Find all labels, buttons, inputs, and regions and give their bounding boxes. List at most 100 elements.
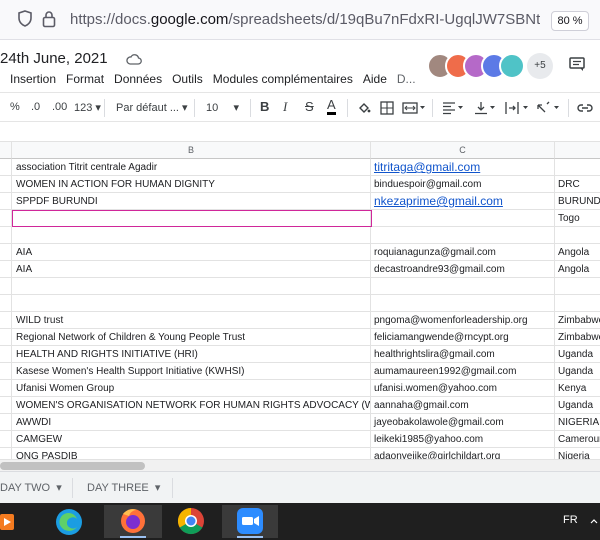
column-header-b[interactable]: B [12, 142, 371, 159]
row-header[interactable] [0, 329, 12, 346]
column-header-a[interactable] [0, 142, 12, 159]
menu-aide[interactable]: Aide [363, 72, 387, 86]
row-header[interactable] [0, 210, 12, 227]
cell-b[interactable]: AWWDI [12, 414, 371, 431]
text-rotation-icon[interactable] [536, 101, 564, 115]
menu-insertion[interactable]: Insertion [10, 72, 56, 86]
menu-format[interactable]: Format [66, 72, 104, 86]
font-size-select[interactable]: 10 ▾ [206, 101, 239, 114]
cell-c[interactable]: roquianagunza@gmail.com [371, 244, 555, 261]
doc-title[interactable]: 24th June, 2021 [0, 50, 108, 67]
menu-outils[interactable]: Outils [172, 72, 203, 86]
column-header-d[interactable] [555, 142, 600, 159]
cell-d[interactable]: Uganda [555, 397, 600, 414]
cell-d[interactable] [555, 227, 600, 244]
cell-b[interactable]: association Titrit centrale Agadir [12, 159, 371, 176]
row-header[interactable] [0, 363, 12, 380]
taskbar-edge[interactable] [46, 505, 92, 538]
menu-last-edit[interactable]: D... [397, 72, 416, 86]
bold-button[interactable]: B [260, 99, 269, 114]
email-link[interactable]: nkezaprime@gmail.com [374, 194, 503, 208]
row-header[interactable] [0, 295, 12, 312]
cloud-saved-icon[interactable] [126, 53, 142, 65]
cell-c[interactable]: healthrightslira@gmail.com [371, 346, 555, 363]
row-header[interactable] [0, 414, 12, 431]
column-header-c[interactable]: C [371, 142, 555, 159]
email-link[interactable]: titritaga@gmail.com [374, 160, 480, 174]
cell-b[interactable]: AIA [12, 261, 371, 278]
percent-format-button[interactable]: % [10, 101, 20, 113]
taskbar-zoom[interactable] [222, 505, 278, 538]
address-field[interactable]: https://docs.google.com/spreadsheets/d/1… [70, 11, 540, 28]
comment-icon[interactable] [569, 57, 585, 72]
cell-c[interactable]: ufanisi.women@yahoo.com [371, 380, 555, 397]
cell-c[interactable]: leikeki1985@yahoo.com [371, 431, 555, 448]
vertical-align-icon[interactable] [474, 101, 498, 115]
cell-c[interactable]: decastroandre93@gmail.com [371, 261, 555, 278]
horizontal-align-icon[interactable] [442, 101, 466, 115]
horizontal-scrollbar[interactable] [0, 459, 600, 471]
borders-icon[interactable] [380, 101, 394, 115]
row-header[interactable] [0, 193, 12, 210]
cell-b[interactable]: ONG PASDIB [12, 448, 371, 459]
strikethrough-button[interactable]: S [305, 99, 314, 114]
scrollbar-thumb[interactable] [0, 462, 145, 470]
cell-b[interactable]: Kasese Women's Health Support Initiative… [12, 363, 371, 380]
cell-d[interactable]: DRC [555, 176, 600, 193]
row-header[interactable] [0, 346, 12, 363]
cell-b[interactable]: AIA [12, 244, 371, 261]
cell-c[interactable]: aannaha@gmail.com [371, 397, 555, 414]
row-header[interactable] [0, 431, 12, 448]
cell-b[interactable] [12, 278, 371, 295]
cell-d[interactable]: Togo [555, 210, 600, 227]
text-wrapping-icon[interactable] [504, 101, 532, 115]
taskbar-media-app[interactable] [0, 505, 20, 538]
cell-c[interactable]: pngoma@womenforleadership.org [371, 312, 555, 329]
number-format-button[interactable]: 123 ▾ [74, 101, 101, 114]
row-header[interactable] [0, 227, 12, 244]
row-header[interactable] [0, 278, 12, 295]
cell-b[interactable]: CAMGEW [12, 431, 371, 448]
cell-c[interactable]: feliciamangwende@rncypt.org [371, 329, 555, 346]
insert-link-icon[interactable] [577, 103, 593, 113]
text-color-button[interactable]: A [327, 98, 336, 115]
cell-c[interactable]: binduespoir@gmail.com [371, 176, 555, 193]
taskbar-firefox[interactable] [104, 505, 162, 538]
row-header[interactable] [0, 380, 12, 397]
taskbar-chrome[interactable] [168, 505, 214, 538]
row-header[interactable] [0, 176, 12, 193]
tab-day-two[interactable]: DAY TWO ▾ [0, 472, 62, 504]
row-header[interactable] [0, 312, 12, 329]
cell-c[interactable]: titritaga@gmail.com [371, 159, 555, 176]
row-header[interactable] [0, 397, 12, 414]
cell-d[interactable]: Uganda [555, 363, 600, 380]
language-indicator[interactable]: FR [563, 514, 578, 526]
row-header[interactable] [0, 244, 12, 261]
cell-c[interactable] [371, 295, 555, 312]
lock-icon[interactable] [42, 10, 56, 28]
cell-b[interactable]: Ufanisi Women Group [12, 380, 371, 397]
cell-b[interactable]: Regional Network of Children & Young Peo… [12, 329, 371, 346]
cell-d[interactable]: Angola [555, 244, 600, 261]
cell-b[interactable] [12, 227, 371, 244]
cell-d[interactable] [555, 295, 600, 312]
cell-c[interactable] [371, 210, 555, 227]
cell-c[interactable] [371, 227, 555, 244]
cell-b[interactable]: WILD trust [12, 312, 371, 329]
cell-b[interactable]: HEALTH AND RIGHTS INITIATIVE (HRI) [12, 346, 371, 363]
chevron-up-icon[interactable] [590, 518, 598, 524]
cell-c[interactable]: jayeobakolawole@gmail.com [371, 414, 555, 431]
cell-d[interactable] [555, 159, 600, 176]
cell-b[interactable] [12, 210, 371, 227]
cell-b[interactable]: WOMEN IN ACTION FOR HUMAN DIGNITY [12, 176, 371, 193]
tab-day-three[interactable]: DAY THREE ▾ [87, 472, 160, 504]
cell-d[interactable]: Angola [555, 261, 600, 278]
font-family-select[interactable]: Par défaut ... ▾ [116, 101, 188, 114]
row-header[interactable] [0, 159, 12, 176]
cell-c[interactable]: nkezaprime@gmail.com [371, 193, 555, 210]
fill-color-icon[interactable] [357, 101, 371, 115]
cell-c[interactable]: adaonyeiike@girlchildart.org [371, 448, 555, 459]
merge-cells-icon[interactable] [402, 101, 426, 115]
cell-c[interactable]: aumamaureen1992@gmail.com [371, 363, 555, 380]
cell-d[interactable]: Cameroun [555, 431, 600, 448]
